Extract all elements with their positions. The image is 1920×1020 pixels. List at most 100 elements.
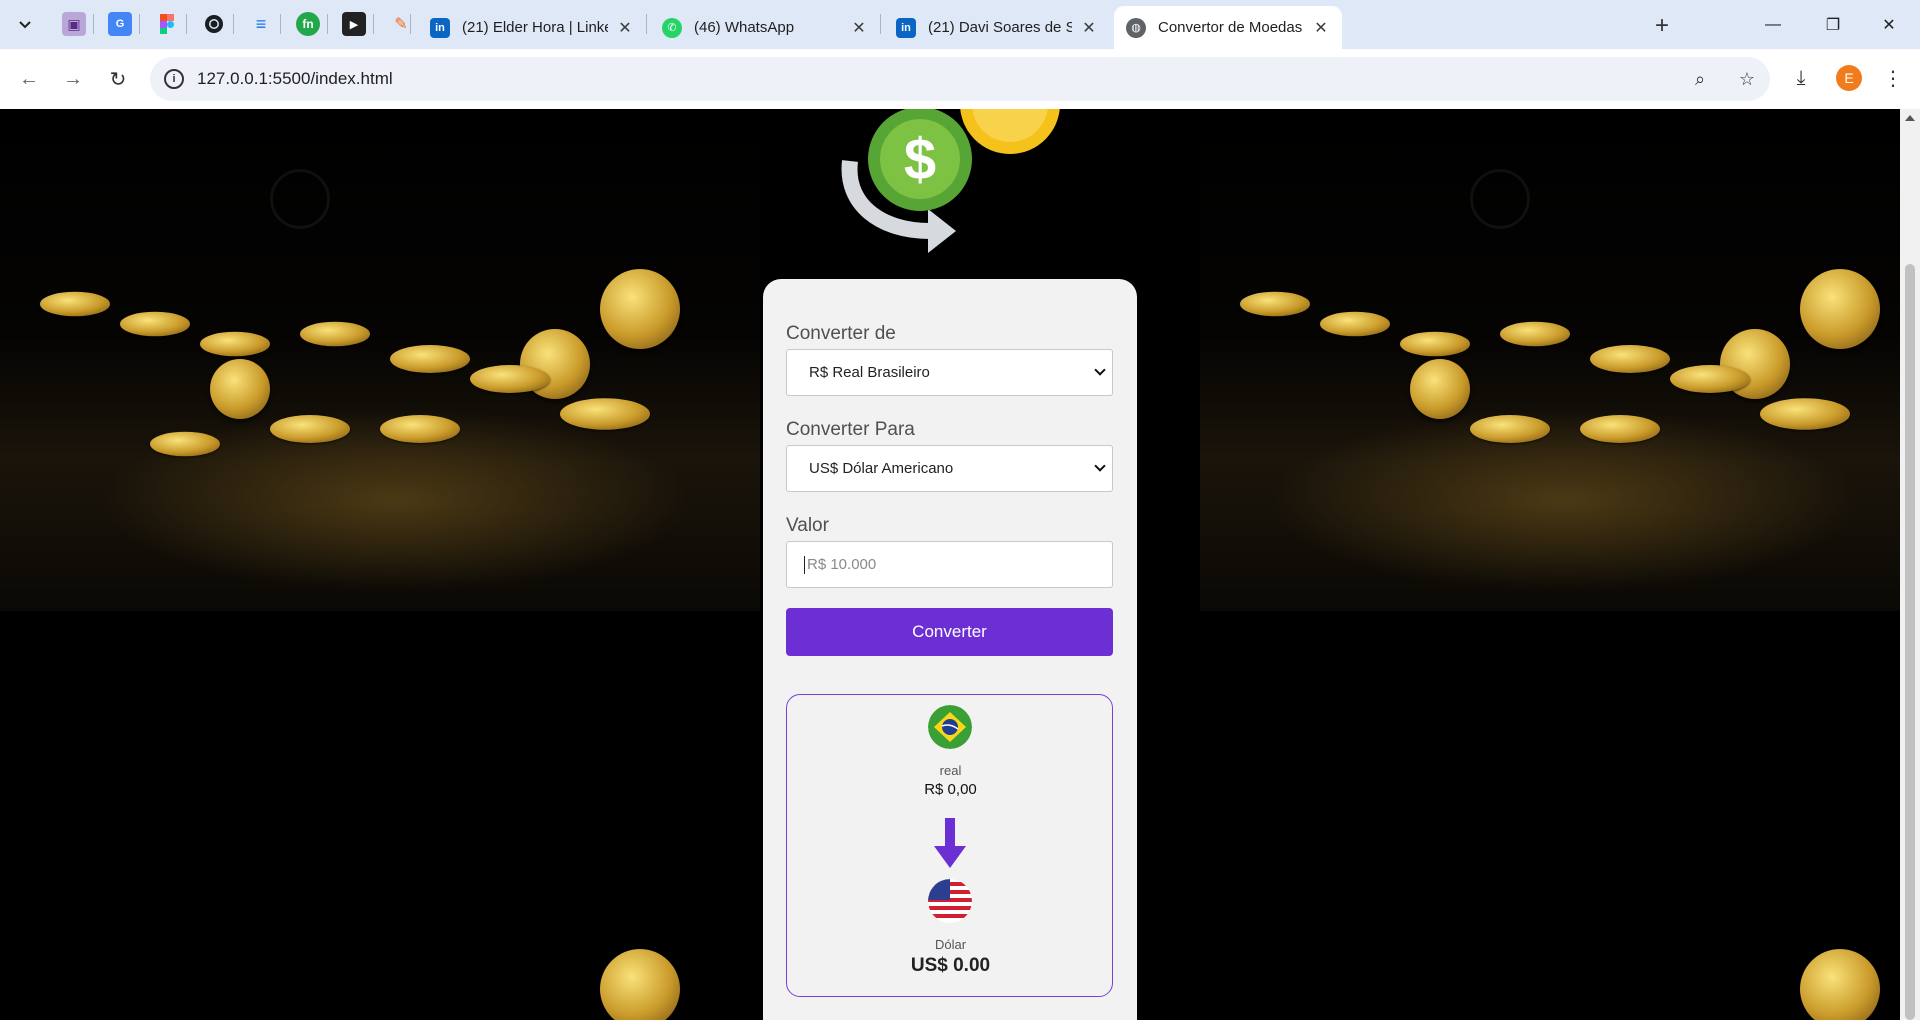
scrollbar-thumb[interactable] [1905,264,1915,1020]
tab-whatsapp[interactable]: ✆ (46) WhatsApp ✕ [650,6,880,49]
text-caret [804,555,805,574]
url-text[interactable]: 127.0.0.1:5500/index.html [197,69,393,89]
close-icon[interactable]: ✕ [1312,19,1330,37]
reload-icon: ↻ [109,68,127,91]
back-button[interactable]: ← [14,64,44,94]
tab-linkedin-elder[interactable]: in (21) Elder Hora | LinkedIn ✕ [418,6,646,49]
profile-avatar[interactable]: E [1836,65,1862,91]
coin-image [1800,269,1880,349]
site-info-icon[interactable]: i [164,69,184,89]
close-icon[interactable]: ✕ [616,19,634,37]
zoom-icon[interactable]: ⌕ [1688,67,1712,91]
tab-separator [93,14,94,34]
coin-image [1470,415,1550,443]
tab-title: Convertor de Moedas [1158,19,1303,36]
linkedin-icon: in [430,17,450,38]
menu-kebab-icon[interactable]: ⋮ [1878,63,1908,93]
amount-label: Valor [786,515,829,536]
tab-separator [186,14,187,34]
downloads-icon[interactable]: ⤓ [1786,63,1816,93]
browser-toolbar: ← → ↻ i 127.0.0.1:5500/index.html ⌕ ☆ ⤓ … [0,49,1920,109]
coin-image [300,321,370,347]
coin-image [600,269,680,349]
figma-icon [160,14,174,34]
coin-image [560,398,650,430]
svg-text:$: $ [904,127,936,192]
reload-button[interactable]: ↻ [103,64,133,94]
tab-search-button[interactable] [8,9,42,41]
tab-separator [233,14,234,34]
forward-button[interactable]: → [58,64,88,94]
pinned-tab-app-icon[interactable]: ▣ [62,12,86,36]
coin-image [1400,331,1470,357]
converter-card: Converter de R$ Real Brasileiro Converte… [763,279,1137,1020]
chevron-down-icon [1094,460,1106,472]
tab-strip: ▣ G ≡ fn ▶ ✎ in (21) Elder Hora | Linked… [0,0,1920,49]
tab-title: (21) Davi Soares de Sousa | Li [928,19,1072,36]
pinned-tab-translate-icon[interactable]: G [108,12,132,36]
page-scrollbar[interactable] [1900,109,1920,1020]
tab-separator [373,14,374,34]
amount-placeholder: R$ 10.000 [807,556,877,573]
from-currency-name: real [939,763,962,778]
coin-image [470,365,550,393]
close-icon[interactable]: ✕ [1080,19,1098,37]
coin-image [1500,321,1570,347]
page-viewport: $ Converter de R$ Real Brasileiro Conver… [0,109,1900,1020]
to-currency-name: Dólar [934,937,967,952]
from-currency-select[interactable]: R$ Real Brasileiro [786,349,1113,396]
coin-image [40,291,110,317]
background-coins-image [1200,929,1900,1020]
globe-icon: ◍ [1126,17,1146,38]
watermark-logo [270,169,330,229]
plus-icon: + [1654,12,1669,39]
tab-separator [139,14,140,34]
whatsapp-icon: ✆ [662,17,682,38]
arrow-left-icon: ← [19,67,39,90]
convert-button[interactable]: Converter [786,608,1113,656]
coin-image [270,415,350,443]
coin-image [1320,311,1390,337]
pinned-tab-github-icon[interactable] [202,12,226,36]
restore-icon: ❐ [1825,17,1841,34]
coin-image [600,949,680,1020]
background-coins-image [1200,109,1900,611]
new-tab-button[interactable]: + [1648,12,1676,40]
tab-separator [280,14,281,34]
pinned-tab-fn-icon[interactable]: fn [296,12,320,36]
close-icon: ✕ [1882,17,1896,34]
watermark-logo [1470,169,1530,229]
restore-button[interactable]: ❐ [1810,10,1856,40]
tab-convertor-de-moedas[interactable]: ◍ Convertor de Moedas ✕ [1114,6,1342,49]
pinned-tab-forms-icon[interactable]: ≡ [249,12,273,36]
tab-separator [646,14,647,34]
to-currency-select[interactable]: US$ Dólar Americano [786,445,1113,492]
arrow-down-icon [934,818,966,868]
to-currency-value: US$ Dólar Americano [809,460,954,477]
from-currency-value: R$ Real Brasileiro [809,364,930,381]
amount-input[interactable]: R$ 10.000 [786,541,1113,588]
github-icon [205,15,223,33]
pinned-tab-figma-icon[interactable] [155,12,179,36]
tab-title: (21) Elder Hora | LinkedIn [462,19,608,36]
chevron-down-icon [19,21,31,29]
conversion-result-box: real R$ 0,00 Dólar US$ 0.00 [786,694,1113,997]
to-currency-amount: US$ 0.00 [910,955,991,976]
close-window-button[interactable]: ✕ [1866,10,1912,40]
coin-image [1800,949,1880,1020]
close-icon[interactable]: ✕ [850,19,868,37]
bookmark-star-icon[interactable]: ☆ [1735,67,1759,91]
tab-title: (46) WhatsApp [694,19,795,36]
background-coins-image [0,109,760,611]
chevron-down-icon [1094,364,1106,376]
minimize-button[interactable]: — [1750,10,1796,40]
scroll-up-arrow-icon[interactable] [1905,115,1915,121]
address-bar[interactable]: i 127.0.0.1:5500/index.html ⌕ ☆ [150,57,1770,101]
coin-image [1670,365,1750,393]
tab-linkedin-davi[interactable]: in (21) Davi Soares de Sousa | Li ✕ [884,6,1110,49]
coin-image [390,345,470,373]
pinned-tab-clapper-icon[interactable]: ▶ [342,12,366,36]
coin-image [1760,398,1850,430]
tab-separator [410,14,411,34]
coin-image [150,431,220,457]
